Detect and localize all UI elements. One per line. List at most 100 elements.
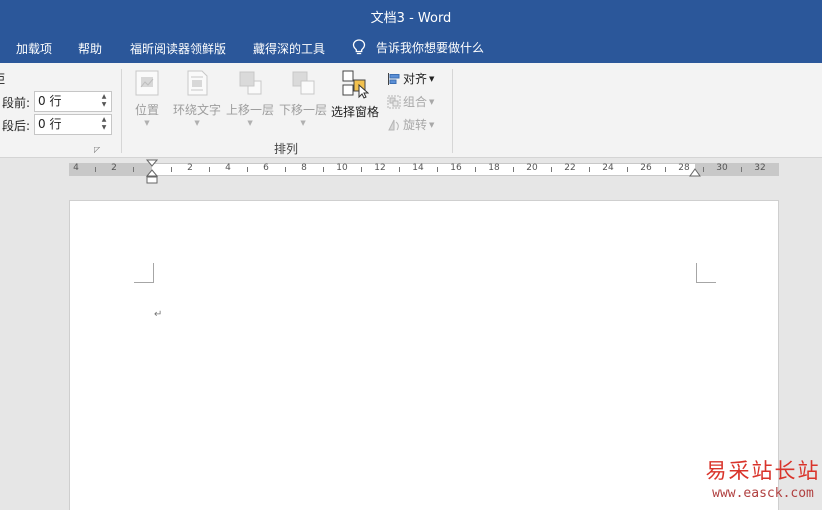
watermark: 易采站长站 www.easck.com bbox=[704, 455, 822, 501]
right-indent-marker-icon[interactable] bbox=[689, 168, 701, 178]
group-separator bbox=[452, 69, 453, 153]
chevron-down-icon: ▼ bbox=[429, 75, 435, 83]
send-backward-label: 下移一层 bbox=[279, 103, 328, 117]
chevron-down-icon: ▼ bbox=[144, 119, 150, 127]
ruler-tick bbox=[133, 167, 134, 172]
chevron-down-icon: ▼ bbox=[300, 119, 306, 127]
chevron-down-icon: ▼ bbox=[429, 98, 435, 106]
group-separator bbox=[121, 69, 122, 153]
ruler-right-margin bbox=[695, 164, 779, 175]
paragraph-mark: ↵ bbox=[154, 309, 163, 320]
bring-forward-button[interactable]: 上移一层 ▼ bbox=[226, 69, 274, 127]
title-bar: 文档3 - Word bbox=[0, 0, 822, 30]
ruler-tick bbox=[209, 167, 210, 172]
send-backward-icon bbox=[292, 71, 315, 95]
ruler-tick bbox=[627, 167, 628, 172]
ruler-tick bbox=[513, 167, 514, 172]
ruler-tick bbox=[95, 167, 96, 172]
ruler-tick bbox=[665, 167, 666, 172]
ruler-tick bbox=[361, 167, 362, 172]
ruler-area: 4 2 2 4 6 8 10 12 14 16 18 20 22 24 26 28 30 32 bbox=[0, 158, 822, 185]
ribbon-layout: 距 段前: 0 行 ▲▼ 段后: 0 行 ▲▼ ◸ 位置 ▼ 环绕文字 ▼ bbox=[0, 63, 822, 158]
align-button[interactable]: 对齐 ▼ bbox=[387, 70, 434, 87]
ruler-tick bbox=[437, 167, 438, 172]
window-title: 文档3 - Word bbox=[370, 11, 452, 26]
spin-arrows-icon[interactable]: ▲ ▼ bbox=[99, 116, 109, 133]
tab-addins[interactable]: 加载项 bbox=[16, 40, 52, 57]
align-icon bbox=[388, 73, 400, 85]
spacing-cut-label: 距 bbox=[0, 70, 5, 87]
indent-marker-icon[interactable] bbox=[146, 159, 158, 185]
align-label: 对齐 bbox=[403, 72, 428, 86]
ruler-number: 14 bbox=[412, 163, 424, 173]
group-button[interactable]: 组合 ▼ bbox=[387, 93, 434, 110]
ruler-tick bbox=[475, 167, 476, 172]
position-label: 位置 bbox=[134, 103, 159, 117]
watermark-url: www.easck.com bbox=[712, 486, 814, 501]
watermark-logo-text: 易采站长站 bbox=[705, 459, 821, 483]
ruler-number: 10 bbox=[336, 163, 348, 173]
horizontal-ruler[interactable]: 4 2 2 4 6 8 10 12 14 16 18 20 22 24 26 28 30 32 bbox=[69, 163, 779, 176]
spin-arrows-icon[interactable]: ▲ ▼ bbox=[99, 93, 109, 110]
ruler-number: 16 bbox=[450, 163, 462, 173]
group-icon bbox=[387, 95, 401, 109]
lightbulb-icon bbox=[352, 39, 366, 55]
selection-pane-button[interactable]: 选择窗格 bbox=[331, 69, 379, 120]
ruler-tick bbox=[399, 167, 400, 172]
selection-pane-icon bbox=[342, 70, 369, 99]
rotate-button[interactable]: 旋转 ▼ bbox=[387, 116, 434, 133]
chevron-down-icon: ▼ bbox=[247, 119, 253, 127]
spacing-after-label: 段后: bbox=[2, 119, 31, 133]
selection-pane-label: 选择窗格 bbox=[331, 105, 380, 119]
ruler-number: 4 bbox=[225, 163, 231, 173]
arrange-group-label: 排列 bbox=[274, 142, 299, 156]
ruler-number: 30 bbox=[716, 163, 728, 173]
ruler-number: 22 bbox=[564, 163, 576, 173]
dialog-launcher-icon[interactable]: ◸ bbox=[94, 145, 100, 154]
ruler-tick bbox=[703, 167, 704, 172]
ruler-tick bbox=[171, 167, 172, 172]
ruler-tick bbox=[285, 167, 286, 172]
rotate-label: 旋转 bbox=[403, 118, 428, 132]
group-label: 组合 bbox=[403, 95, 428, 109]
spacing-before-value: 0 行 bbox=[38, 94, 62, 108]
ruler-number: 26 bbox=[640, 163, 652, 173]
ruler-number: 2 bbox=[111, 163, 117, 173]
tab-help[interactable]: 帮助 bbox=[78, 40, 102, 57]
crop-mark-top-left bbox=[134, 263, 154, 283]
ruler-tick bbox=[589, 167, 590, 172]
spacing-after-value: 0 行 bbox=[38, 117, 62, 131]
tell-me-search[interactable]: 告诉我你想要做什么 bbox=[352, 39, 484, 56]
ruler-number: 32 bbox=[754, 163, 766, 173]
ruler-number: 4 bbox=[73, 163, 79, 173]
send-backward-button[interactable]: 下移一层 ▼ bbox=[279, 69, 327, 127]
tab-hidden-tools[interactable]: 藏得深的工具 bbox=[253, 40, 325, 57]
wrap-text-label: 环绕文字 bbox=[173, 103, 222, 117]
ruler-number: 20 bbox=[526, 163, 538, 173]
ruler-number: 28 bbox=[678, 163, 690, 173]
ruler-number: 12 bbox=[374, 163, 386, 173]
spacing-after-input[interactable]: 0 行 ▲ ▼ bbox=[34, 114, 112, 135]
wrap-text-button[interactable]: 环绕文字 ▼ bbox=[173, 69, 221, 127]
ruler-tick bbox=[551, 167, 552, 172]
position-button[interactable]: 位置 ▼ bbox=[134, 69, 160, 127]
ruler-tick bbox=[247, 167, 248, 172]
ruler-tick bbox=[741, 167, 742, 172]
spacing-before-input[interactable]: 0 行 ▲ ▼ bbox=[34, 91, 112, 112]
chevron-down-icon: ▼ bbox=[429, 121, 435, 129]
ruler-number: 2 bbox=[187, 163, 193, 173]
bring-forward-label: 上移一层 bbox=[226, 103, 275, 117]
chevron-down-icon: ▼ bbox=[194, 119, 200, 127]
tell-me-text: 告诉我你想要做什么 bbox=[376, 41, 485, 55]
tab-foxit-reader[interactable]: 福昕阅读器领鲜版 bbox=[130, 40, 226, 57]
ruler-number: 24 bbox=[602, 163, 614, 173]
bring-forward-icon bbox=[239, 71, 262, 95]
ruler-number: 18 bbox=[488, 163, 500, 173]
document-page[interactable]: ↵ bbox=[69, 200, 779, 510]
spacing-before-label: 段前: bbox=[2, 96, 31, 110]
ribbon-tabs: 加载项 帮助 福昕阅读器领鲜版 藏得深的工具 告诉我你想要做什么 bbox=[0, 30, 822, 63]
rotate-icon bbox=[388, 119, 399, 131]
ruler-number: 6 bbox=[263, 163, 269, 173]
crop-mark-top-right bbox=[696, 263, 716, 283]
position-icon bbox=[135, 70, 159, 96]
